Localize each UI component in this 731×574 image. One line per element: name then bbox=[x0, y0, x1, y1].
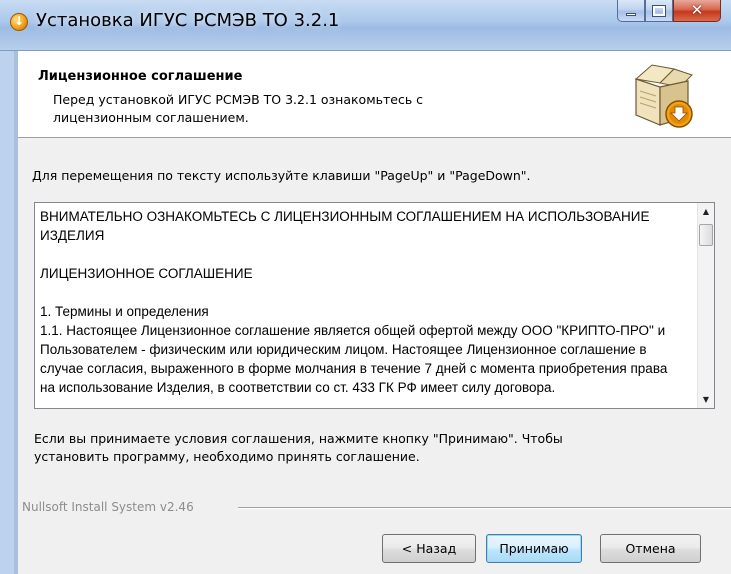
license-line: ЛИЦЕНЗИОННОЕ СОГЛАШЕНИЕ bbox=[40, 266, 253, 281]
navigation-hint: Для перемещения по тексту используйте кл… bbox=[32, 168, 531, 183]
page-header: Лицензионное соглашение Перед установкой… bbox=[18, 51, 731, 138]
dialog-body: Для перемещения по тексту используйте кл… bbox=[18, 138, 731, 574]
license-textbox[interactable]: ВНИМАТЕЛЬНО ОЗНАКОМЬТЕСЬ С ЛИЦЕНЗИОННЫМ … bbox=[34, 202, 715, 409]
window-controls: ✕ bbox=[617, 0, 721, 26]
installer-box-icon bbox=[634, 64, 693, 128]
license-line: 1. Термины и определения bbox=[40, 304, 209, 319]
page-subtitle: Перед установкой ИГУС РСМЭВ ТО 3.2.1 озн… bbox=[53, 92, 424, 125]
scroll-up-arrow-icon[interactable]: ▲ bbox=[698, 203, 714, 220]
license-line: 1.1. Настоящее Лицензионное соглашение я… bbox=[40, 323, 668, 395]
branding-text: Nullsoft Install System v2.46 bbox=[22, 500, 194, 514]
window-title: Установка ИГУС РСМЭВ ТО 3.2.1 bbox=[36, 10, 340, 31]
accept-button[interactable]: Принимаю bbox=[486, 534, 582, 563]
maximize-icon bbox=[652, 4, 666, 17]
scrollbar-thumb[interactable] bbox=[699, 224, 713, 246]
scroll-down-arrow-icon[interactable]: ▼ bbox=[698, 391, 714, 408]
close-button[interactable]: ✕ bbox=[673, 0, 721, 22]
cancel-button[interactable]: Отмена bbox=[600, 534, 701, 563]
back-button[interactable]: < Назад bbox=[382, 534, 476, 563]
close-icon: ✕ bbox=[690, 1, 704, 19]
title-bar[interactable]: ↓ Установка ИГУС РСМЭВ ТО 3.2.1 ✕ bbox=[0, 0, 731, 51]
accept-instructions: Если вы принимаете условия соглашения, н… bbox=[34, 431, 563, 464]
installer-app-icon: ↓ bbox=[10, 13, 28, 31]
branding-row: Nullsoft Install System v2.46 bbox=[18, 500, 731, 514]
page-title: Лицензионное соглашение bbox=[38, 69, 243, 84]
maximize-button[interactable] bbox=[645, 0, 673, 22]
license-line: ВНИМАТЕЛЬНО ОЗНАКОМЬТЕСЬ С ЛИЦЕНЗИОННЫМ … bbox=[40, 209, 650, 243]
minimize-button[interactable] bbox=[617, 0, 645, 22]
license-scrollbar[interactable]: ▲ ▼ bbox=[697, 203, 714, 408]
branding-divider bbox=[238, 507, 731, 509]
minimize-icon bbox=[626, 13, 636, 16]
installer-window: ↓ Установка ИГУС РСМЭВ ТО 3.2.1 ✕ Лиценз… bbox=[0, 0, 731, 574]
license-text: ВНИМАТЕЛЬНО ОЗНАКОМЬТЕСЬ С ЛИЦЕНЗИОННЫМ … bbox=[40, 207, 686, 397]
